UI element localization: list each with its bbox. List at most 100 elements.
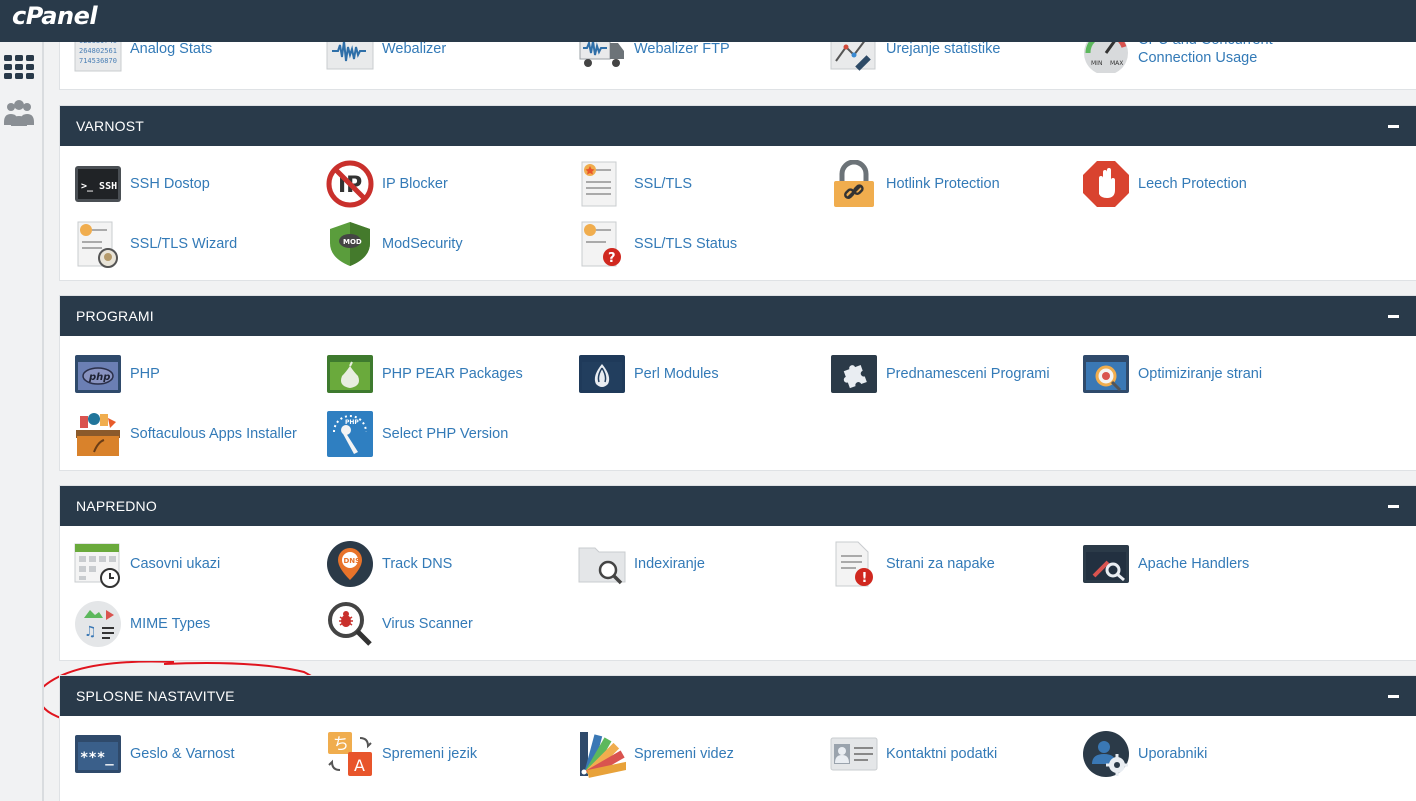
security-item-modsecurity[interactable]: MOD ModSecurity <box>326 220 576 268</box>
advanced-item-virus-scanner[interactable]: Virus Scanner <box>326 600 576 648</box>
security-item-leech[interactable]: Leech Protection <box>1082 160 1332 208</box>
virus-scanner-icon <box>326 600 374 648</box>
apache-handlers-icon <box>1082 540 1130 588</box>
advanced-item-apache-handlers[interactable]: Apache Handlers <box>1082 540 1332 588</box>
ip-blocker-icon: IP <box>326 160 374 208</box>
security-item-ssl-status[interactable]: ? SSL/TLS Status <box>578 220 828 268</box>
collapse-icon[interactable] <box>1388 504 1399 508</box>
security-panel: VARNOST >_ SSH SSH Dostop IP IP Blocker <box>59 105 1416 281</box>
software-item-label: Softaculous Apps Installer <box>130 426 297 442</box>
software-panel: PROGRAMI php PHP PHP PEAR Packages Perl … <box>44 295 1416 733</box>
advanced-item-label: Apache Handlers <box>1138 556 1250 572</box>
svg-text:♫: ♫ <box>84 624 97 640</box>
software-item-label: PHP PEAR Packages <box>382 366 523 382</box>
stats-item-label: Webalizer <box>382 42 447 57</box>
stats-item-label: Analog Stats <box>130 42 213 57</box>
advanced-item-error-pages[interactable]: ! Strani za napake <box>830 540 1080 588</box>
users-icon[interactable] <box>4 98 34 128</box>
softaculous-box-icon <box>74 410 122 458</box>
optimize-icon <box>1082 350 1130 398</box>
security-item-label: IP Blocker <box>382 176 448 192</box>
security-item-ip-blocker[interactable]: IP IP Blocker <box>326 160 576 208</box>
preferences-item-contact[interactable]: Kontaktni podatki <box>830 730 1080 778</box>
software-item-php[interactable]: php PHP <box>74 350 324 398</box>
svg-text:023689746: 023689746 <box>79 42 117 45</box>
stats-item-label: Urejanje statistike <box>886 42 1001 57</box>
security-item-label: SSL/TLS Wizard <box>130 236 238 252</box>
preferences-panel-header[interactable]: SPLOSNE NASTAVITVE <box>60 676 1416 716</box>
webalizer-ftp-icon <box>578 42 626 73</box>
preferences-item-language[interactable]: ちA Spremeni jezik <box>326 730 576 778</box>
webalizer-icon <box>326 42 374 73</box>
software-item-optimize[interactable]: Optimiziranje strani <box>1082 350 1332 398</box>
collapse-icon[interactable] <box>1388 124 1399 128</box>
software-item-softaculous[interactable]: Softaculous Apps Installer <box>74 410 324 458</box>
stats-item-label: Webalizer FTP <box>634 42 730 57</box>
preferences-item-label: Uporabniki <box>1138 746 1208 762</box>
preferences-item-label: Spremeni videz <box>634 746 734 762</box>
main-content: 023689746 264802561 714536870 Analog Stats… <box>44 42 1416 801</box>
cpu-gauge-icon: MIN MAX <box>1082 42 1130 73</box>
software-item-label: Select PHP Version <box>382 426 509 442</box>
advanced-item-cron[interactable]: Casovni ukazi <box>74 540 324 588</box>
software-item-perl[interactable]: Perl Modules <box>578 350 828 398</box>
preferences-item-label: Geslo & Varnost <box>130 746 235 762</box>
calendar-clock-icon <box>74 540 122 588</box>
stats-item-urejanje-statistike[interactable]: Urejanje statistike <box>830 42 1080 73</box>
sidebar <box>0 42 44 801</box>
svg-text:DNS: DNS <box>344 557 361 565</box>
collapse-icon[interactable] <box>1388 694 1399 698</box>
preferences-item-theme[interactable]: Spremeni videz <box>578 730 828 778</box>
panel-title: PROGRAMI <box>76 308 154 324</box>
security-panel-header[interactable]: VARNOST <box>60 106 1416 146</box>
top-bar: cPanel <box>0 0 1416 42</box>
error-page-icon: ! <box>830 540 878 588</box>
security-item-label: ModSecurity <box>382 236 463 252</box>
advanced-panel-header[interactable]: NAPREDNO <box>60 486 1416 526</box>
stats-item-analog-stats[interactable]: 023689746 264802561 714536870 Analog Stats <box>74 42 324 73</box>
security-item-hotlink[interactable]: Hotlink Protection <box>830 160 1080 208</box>
contact-card-icon <box>830 730 878 778</box>
security-item-label: Hotlink Protection <box>886 176 1000 192</box>
security-item-label: SSL/TLS <box>634 176 693 192</box>
svg-text:PHP: PHP <box>345 419 359 426</box>
stats-item-label: CPU and Concurrent Connection Usage <box>1138 42 1273 66</box>
security-item-ssh[interactable]: >_ SSH SSH Dostop <box>74 160 324 208</box>
perl-onion-icon <box>578 350 626 398</box>
puzzle-icon <box>830 350 878 398</box>
stats-item-cpu-usage[interactable]: MIN MAX CPU and Concurrent Connection Usa… <box>1082 42 1332 73</box>
terminal-icon: >_ SSH <box>74 160 122 208</box>
software-item-select-php[interactable]: PHP Select PHP Version <box>326 410 576 458</box>
svg-text:264802561: 264802561 <box>79 47 117 55</box>
stats-panel: 023689746 264802561 714536870 Analog Stats… <box>59 42 1416 90</box>
software-item-prednamesceni[interactable]: Prednamesceni Programi <box>830 350 1080 398</box>
collapse-icon[interactable] <box>1388 314 1399 318</box>
user-manager-icon <box>1082 730 1130 778</box>
password-icon: ***_ <box>74 730 122 778</box>
svg-text:MOD: MOD <box>343 238 362 246</box>
svg-text:?: ? <box>608 251 616 266</box>
preferences-item-password[interactable]: ***_ Geslo & Varnost <box>74 730 324 778</box>
software-item-pear[interactable]: PHP PEAR Packages <box>326 350 576 398</box>
svg-text:MAX: MAX <box>1110 60 1123 67</box>
stats-item-webalizer[interactable]: Webalizer <box>326 42 576 73</box>
software-item-label: PHP <box>130 366 160 382</box>
svg-text:MIN: MIN <box>1091 60 1102 67</box>
advanced-item-label: Track DNS <box>382 556 453 572</box>
advanced-item-track-dns[interactable]: DNS Track DNS <box>326 540 576 588</box>
software-panel-header[interactable]: PROGRAMI <box>60 296 1416 336</box>
svg-text:A: A <box>354 756 365 775</box>
preferences-item-users[interactable]: Uporabniki <box>1082 730 1332 778</box>
advanced-item-label: Indexiranje <box>634 556 705 572</box>
stats-item-webalizer-ftp[interactable]: Webalizer FTP <box>578 42 828 73</box>
advanced-item-mime-types[interactable]: ♫ MIME Types <box>74 600 324 648</box>
panel-title: SPLOSNE NASTAVITVE <box>76 688 235 704</box>
cpanel-logo[interactable]: cPanel <box>12 2 98 30</box>
advanced-item-indexiranje[interactable]: Indexiranje <box>578 540 828 588</box>
security-item-ssl-wizard[interactable]: SSL/TLS Wizard <box>74 220 324 268</box>
ssl-wizard-icon <box>74 220 122 268</box>
svg-text:php: php <box>88 372 110 383</box>
grid-icon[interactable] <box>4 52 34 82</box>
security-item-ssl-tls[interactable]: SSL/TLS <box>578 160 828 208</box>
svg-text:714536870: 714536870 <box>79 57 117 65</box>
